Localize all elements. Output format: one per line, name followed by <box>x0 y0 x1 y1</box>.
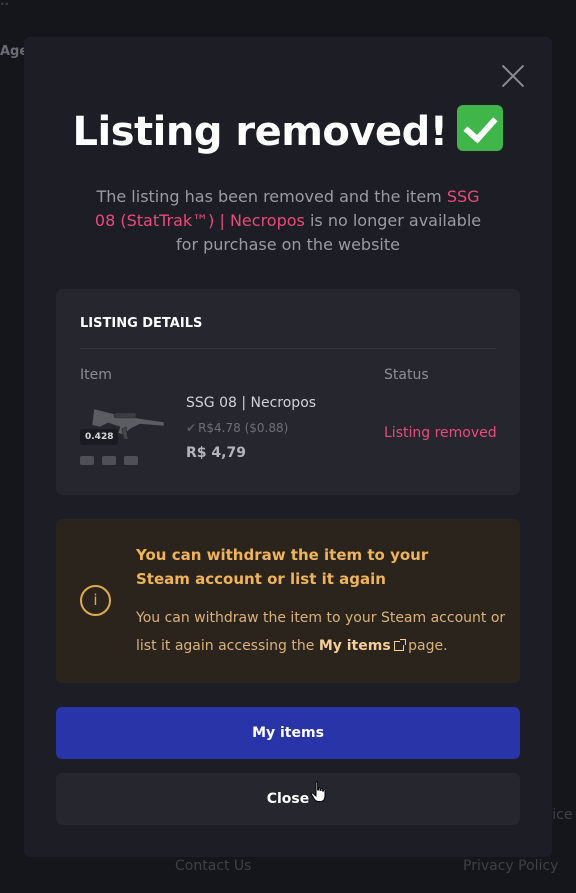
item-price: R$ 4,79 <box>186 445 246 461</box>
item-name: SSG 08 | Necropos <box>186 395 317 411</box>
listing-removed-modal: Listing removed! The listing has been re… <box>24 37 552 857</box>
divider <box>80 348 496 349</box>
item-float-badge: 0.428 <box>80 429 119 445</box>
close-button[interactable]: Close <box>56 773 520 825</box>
close-icon[interactable] <box>500 63 526 89</box>
modal-title-text: Listing removed! <box>72 109 448 155</box>
modal-description: The listing has been removed and the ite… <box>84 185 492 257</box>
background-contact-link[interactable]: Contact Us <box>175 858 251 874</box>
column-header-status: Status <box>384 367 429 383</box>
status-badge: Listing removed <box>384 425 497 441</box>
info-body-after: page. <box>403 638 448 654</box>
check-icon: ✔ <box>186 421 197 435</box>
my-items-link[interactable]: My items <box>319 638 406 654</box>
hand-cursor-icon <box>310 781 326 802</box>
check-mark-button-icon <box>457 105 504 151</box>
info-body: You can withdraw the item to your Steam … <box>136 604 506 660</box>
sticker-icon <box>102 456 116 465</box>
item-secondary-price: ✔ R$4.78 ($0.88) <box>186 421 288 435</box>
my-items-button[interactable]: My items <box>56 707 520 759</box>
sticker-icon <box>80 456 94 465</box>
modal-title: Listing removed! <box>24 105 552 155</box>
sticker-icon <box>124 456 138 465</box>
background-fragment-top: .. <box>0 0 10 8</box>
info-callout: i You can withdraw the item to your Stea… <box>56 519 520 683</box>
item-secondary-price-text: R$4.78 ($0.88) <box>198 421 289 435</box>
info-icon: i <box>80 585 111 616</box>
background-privacy-link[interactable]: Privacy Policy <box>463 858 558 874</box>
listing-details-card: LISTING DETAILS Item Status 0.428 SSG 08… <box>56 289 520 495</box>
my-items-link-text[interactable]: My items <box>319 638 391 654</box>
description-before: The listing has been removed and the ite… <box>96 187 447 206</box>
info-title: You can withdraw the item to your Steam … <box>136 546 429 588</box>
external-link-icon <box>393 639 406 651</box>
column-header-item: Item <box>80 367 112 383</box>
listing-details-heading: LISTING DETAILS <box>80 316 203 331</box>
